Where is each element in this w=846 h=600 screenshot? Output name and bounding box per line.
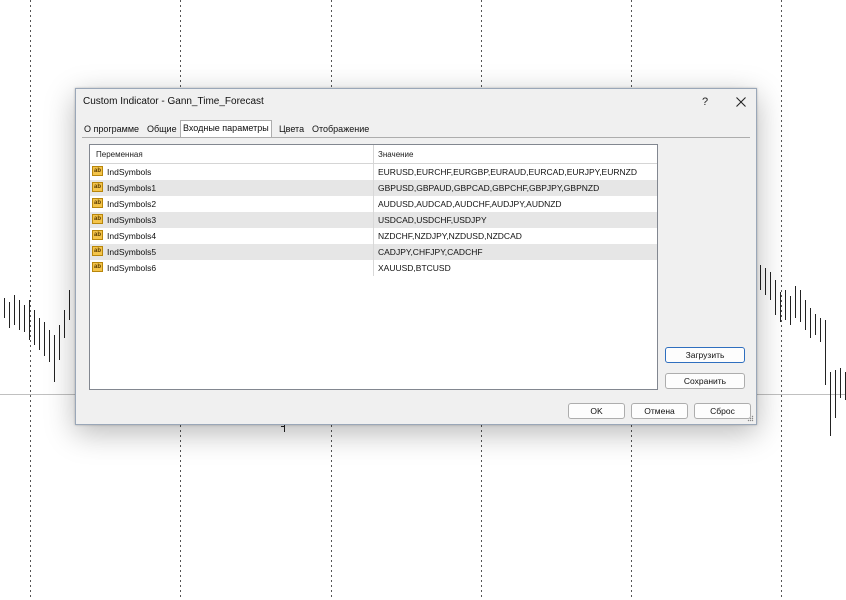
variable-value[interactable]: EURUSD,EURCHF,EURGBP,EURAUD,EURCAD,EURJP… (378, 167, 637, 177)
resize-grip-icon[interactable] (746, 414, 754, 422)
variable-value[interactable]: CADJPY,CHFJPY,CADCHF (378, 247, 483, 257)
column-divider[interactable] (373, 145, 374, 163)
dialog-titlebar[interactable]: Custom Indicator - Gann_Time_Forecast ? (76, 89, 756, 117)
help-button[interactable]: ? (698, 95, 712, 109)
ab-string-icon: ab (92, 262, 103, 272)
tab-common[interactable]: Общие (145, 122, 179, 136)
chart-bars-right (760, 265, 846, 436)
close-button[interactable] (732, 94, 750, 110)
variable-name: IndSymbols3 (107, 215, 157, 225)
ab-string-icon: ab (92, 198, 103, 208)
variable-name: IndSymbols1 (107, 183, 157, 193)
cell-divider (373, 244, 374, 260)
tab-inputs[interactable]: Входные параметры (180, 120, 272, 137)
chart-bars-left (4, 290, 70, 382)
ab-string-icon: ab (92, 214, 103, 224)
table-header: Переменная Значение (90, 145, 657, 164)
cell-divider (373, 260, 374, 276)
table-row[interactable]: ab IndSymbols6 XAUUSD,BTCUSD (90, 260, 657, 276)
variable-value[interactable]: USDCAD,USDCHF,USDJPY (378, 215, 487, 225)
table-row[interactable]: ab IndSymbols5 CADJPY,CHFJPY,CADCHF (90, 244, 657, 260)
tab-display[interactable]: Отображение (310, 122, 371, 136)
ab-string-icon: ab (92, 230, 103, 240)
custom-indicator-dialog: Custom Indicator - Gann_Time_Forecast ? … (75, 88, 757, 425)
tab-panel-border (82, 137, 750, 138)
variable-name: IndSymbols (107, 167, 152, 177)
cell-divider (373, 228, 374, 244)
ab-string-icon: ab (92, 246, 103, 256)
dialog-title: Custom Indicator - Gann_Time_Forecast (83, 96, 264, 107)
variable-value[interactable]: AUDUSD,AUDCAD,AUDCHF,AUDJPY,AUDNZD (378, 199, 562, 209)
table-row[interactable]: ab IndSymbols EURUSD,EURCHF,EURGBP,EURAU… (90, 164, 657, 180)
variable-name: IndSymbols4 (107, 231, 157, 241)
cell-divider (373, 196, 374, 212)
table-row[interactable]: ab IndSymbols4 NZDCHF,NZDJPY,NZDUSD,NZDC… (90, 228, 657, 244)
table-row[interactable]: ab IndSymbols3 USDCAD,USDCHF,USDJPY (90, 212, 657, 228)
ab-string-icon: ab (92, 182, 103, 192)
close-icon (736, 97, 746, 107)
cell-divider (373, 212, 374, 228)
ok-button[interactable]: OK (568, 403, 625, 419)
table-row[interactable]: ab IndSymbols1 GBPUSD,GBPAUD,GBPCAD,GBPC… (90, 180, 657, 196)
save-button[interactable]: Сохранить (665, 373, 745, 389)
variable-value[interactable]: XAUUSD,BTCUSD (378, 263, 451, 273)
reset-button[interactable]: Сброс (694, 403, 751, 419)
variable-name: IndSymbols6 (107, 263, 157, 273)
variable-name: IndSymbols5 (107, 247, 157, 257)
cell-divider (373, 164, 374, 180)
input-parameters-table: Переменная Значение ab IndSymbols EURUSD… (89, 144, 658, 390)
column-header-variable[interactable]: Переменная (96, 150, 143, 159)
tab-about[interactable]: О программе (82, 122, 141, 136)
variable-value[interactable]: NZDCHF,NZDJPY,NZDUSD,NZDCAD (378, 231, 522, 241)
variable-name: IndSymbols2 (107, 199, 157, 209)
ab-string-icon: ab (92, 166, 103, 176)
variable-value[interactable]: GBPUSD,GBPAUD,GBPCAD,GBPCHF,GBPJPY,GBPNZ… (378, 183, 599, 193)
column-header-value[interactable]: Значение (378, 150, 413, 159)
cancel-button[interactable]: Отмена (631, 403, 688, 419)
load-button[interactable]: Загрузить (665, 347, 745, 363)
table-row[interactable]: ab IndSymbols2 AUDUSD,AUDCAD,AUDCHF,AUDJ… (90, 196, 657, 212)
tab-colors[interactable]: Цвета (277, 122, 306, 136)
cell-divider (373, 180, 374, 196)
